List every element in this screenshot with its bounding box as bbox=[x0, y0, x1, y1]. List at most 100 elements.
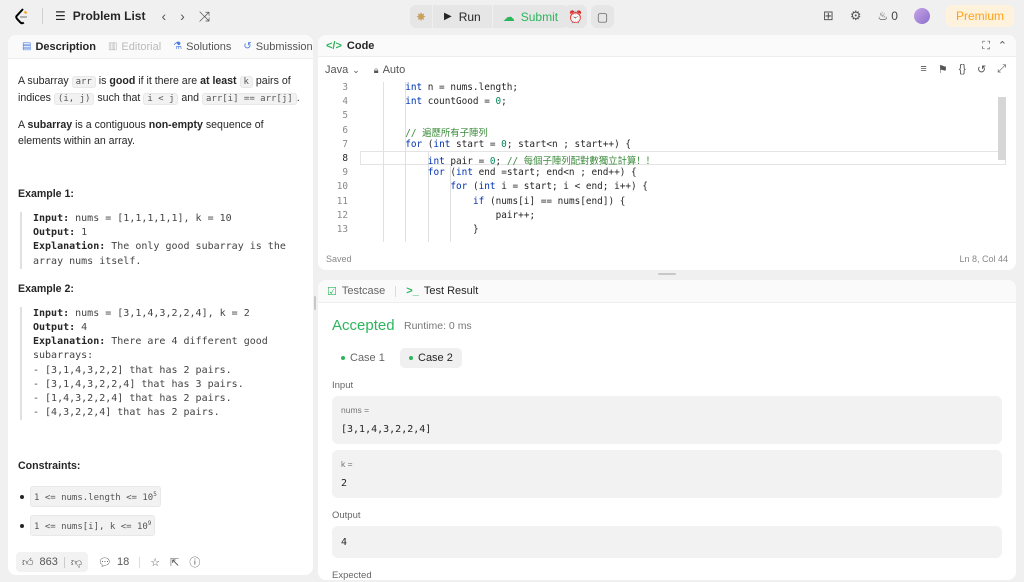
description-panel: ▤ Description ▥ Editorial ⚗ Solutions ↺ … bbox=[8, 35, 313, 575]
auto-mode[interactable]: 🔒︎ Auto bbox=[374, 64, 405, 76]
fire-icon: ♨ bbox=[877, 9, 889, 23]
code-line: int pair = 0; // 每個子陣列配對數獨立計算！！ bbox=[427, 156, 656, 167]
problem-statement: A subarray arr is good if it there are a… bbox=[18, 75, 300, 105]
leetcode-logo[interactable] bbox=[14, 7, 30, 25]
code-line: } bbox=[473, 224, 479, 235]
tab-testcase[interactable]: ☑ Testcase bbox=[327, 285, 385, 298]
line-number: 10 bbox=[336, 181, 348, 193]
bookmark-icon[interactable]: ⚑ bbox=[938, 63, 948, 76]
help-icon[interactable]: ⓘ bbox=[189, 554, 200, 570]
code-header: </> Code ⛶ ⌃ bbox=[318, 35, 1016, 57]
streak-count: 0 bbox=[891, 9, 898, 23]
tab-submissions[interactable]: ↺ Submissions bbox=[237, 35, 313, 59]
tab-description[interactable]: ▤ Description bbox=[16, 35, 102, 59]
case-2-tab[interactable]: Case 2 bbox=[400, 348, 462, 368]
divider bbox=[42, 8, 43, 24]
code-panel: </> Code ⛶ ⌃ Java ⌄ 🔒︎ Auto ≡ ⚑ {} ↺ ⤢ 3… bbox=[318, 35, 1016, 270]
problem-list-button[interactable]: ☰ Problem List bbox=[55, 9, 145, 23]
document-icon: ▤ bbox=[22, 41, 32, 52]
comments-button[interactable]: 💬︎ 18 bbox=[98, 556, 129, 569]
horizontal-splitter[interactable] bbox=[658, 273, 676, 275]
tab-label: Solutions bbox=[186, 40, 232, 53]
language-label: Java bbox=[325, 64, 349, 76]
timer-button[interactable]: ⏰ bbox=[564, 5, 587, 28]
tab-solutions[interactable]: ⚗ Solutions bbox=[167, 35, 237, 59]
code-line: pair++; bbox=[495, 209, 536, 221]
gear-icon[interactable]: ⚙ bbox=[850, 8, 862, 24]
vertical-splitter[interactable] bbox=[314, 296, 316, 310]
constraints-title: Constraints: bbox=[18, 460, 81, 473]
tab-label: Submissions bbox=[255, 40, 313, 53]
description-tabs: ▤ Description ▥ Editorial ⚗ Solutions ↺ … bbox=[8, 35, 313, 59]
output-label: Output bbox=[332, 510, 361, 521]
alarm-icon: ⏰ bbox=[568, 9, 583, 24]
cursor-position: Ln 8, Col 44 bbox=[959, 254, 1008, 264]
editor-scrollbar[interactable] bbox=[998, 97, 1006, 160]
run-button[interactable]: ▶ Run bbox=[432, 5, 492, 28]
language-select[interactable]: Java ⌄ bbox=[325, 64, 360, 76]
problem-description: A subarray arr is good if it there are a… bbox=[8, 59, 313, 537]
code-line: // 遍歷所有子陣列 bbox=[405, 127, 488, 139]
note-icon: ▢ bbox=[596, 9, 609, 24]
tab-editorial[interactable]: ▥ Editorial bbox=[102, 35, 167, 59]
book-icon: ▥ bbox=[107, 41, 118, 52]
tab-label: Editorial bbox=[121, 40, 162, 53]
star-icon[interactable]: ☆ bbox=[150, 556, 160, 569]
line-number: 3 bbox=[342, 82, 348, 93]
example-1-block: Input: nums = [1,1,1,1,1], k = 10 Output… bbox=[20, 212, 303, 269]
maximize-icon[interactable]: ⛶ bbox=[982, 40, 990, 53]
subarray-definition: A subarray is a contiguous non-empty seq… bbox=[18, 119, 264, 147]
reset-icon[interactable]: ↺ bbox=[977, 63, 986, 76]
lock-icon: 🔒︎ bbox=[373, 64, 379, 75]
example-2-block: Input: nums = [3,1,4,3,2,2,4], k = 2 Out… bbox=[20, 306, 303, 421]
expected-label: Expected bbox=[332, 570, 372, 580]
streak-counter[interactable]: ♨ 0 bbox=[878, 9, 898, 23]
avatar[interactable] bbox=[913, 8, 930, 24]
thumbs-up-icon[interactable]: 👍︎ bbox=[22, 556, 34, 569]
line-number: 7 bbox=[342, 138, 348, 150]
case-1-tab[interactable]: Case 1 bbox=[332, 348, 394, 368]
problem-list-label: Problem List bbox=[72, 9, 146, 23]
runtime: Runtime: 0 ms bbox=[404, 320, 472, 332]
braces-icon[interactable]: {} bbox=[959, 63, 966, 76]
nums-key: nums = bbox=[341, 405, 370, 415]
share-icon[interactable]: ⇱ bbox=[170, 556, 179, 569]
format-icon[interactable]: ≡ bbox=[920, 63, 926, 76]
like-dislike-group: 👍︎ 863 👎︎ bbox=[16, 552, 89, 572]
fullscreen-icon[interactable]: ⤢ bbox=[997, 63, 1006, 76]
submit-button[interactable]: ☁ Submit bbox=[491, 5, 568, 28]
debug-button[interactable]: ✸ bbox=[410, 5, 432, 28]
chevron-down-icon: ⌄ bbox=[352, 64, 360, 75]
run-label: Run bbox=[458, 9, 481, 24]
terminal-icon: >_ bbox=[406, 285, 419, 297]
nums-value: [3,1,4,3,2,2,4] bbox=[341, 424, 432, 435]
line-number: 9 bbox=[342, 167, 348, 179]
chevron-right-icon[interactable]: › bbox=[180, 8, 185, 25]
history-icon: ↺ bbox=[243, 41, 252, 52]
line-number: 4 bbox=[342, 96, 348, 108]
line-number: 5 bbox=[342, 110, 348, 122]
thumbs-down-icon[interactable]: 👎︎ bbox=[71, 556, 82, 569]
example-1-title: Example 1: bbox=[18, 188, 74, 200]
chevron-up-icon[interactable]: ⌃ bbox=[998, 39, 1007, 52]
line-number: 6 bbox=[342, 124, 348, 136]
tab-test-result[interactable]: >_ Test Result bbox=[406, 285, 478, 297]
cloud-upload-icon: ☁ bbox=[502, 9, 515, 24]
flask-icon: ⚗ bbox=[173, 41, 183, 52]
result-tabs: ☑ Testcase >_ Test Result bbox=[318, 280, 1016, 303]
chevron-left-icon[interactable]: ‹ bbox=[161, 8, 166, 25]
code-icon: </> bbox=[326, 39, 342, 52]
checkbox-icon: ☑ bbox=[327, 285, 337, 298]
layout-icon[interactable]: ⊞ bbox=[823, 8, 834, 24]
code-line: for (int i = start; i < end; i++) { bbox=[450, 181, 648, 193]
shuffle-icon[interactable]: ⤨ bbox=[199, 8, 210, 25]
line-number: 13 bbox=[336, 224, 348, 235]
run-submit-group: ✸ ▶ Run ☁ Submit bbox=[410, 5, 569, 28]
premium-button[interactable]: Premium bbox=[945, 5, 1014, 27]
nums-box: nums = [3,1,4,3,2,2,4] bbox=[332, 396, 1002, 444]
k-box: k = 2 bbox=[332, 450, 1002, 498]
k-value: 2 bbox=[341, 478, 348, 489]
output-box: 4 bbox=[332, 526, 1002, 558]
notes-button[interactable]: ▢ bbox=[591, 5, 614, 28]
code-editor[interactable]: 3 int n = nums.length; 4 int countGood = 0;… bbox=[318, 82, 1006, 242]
